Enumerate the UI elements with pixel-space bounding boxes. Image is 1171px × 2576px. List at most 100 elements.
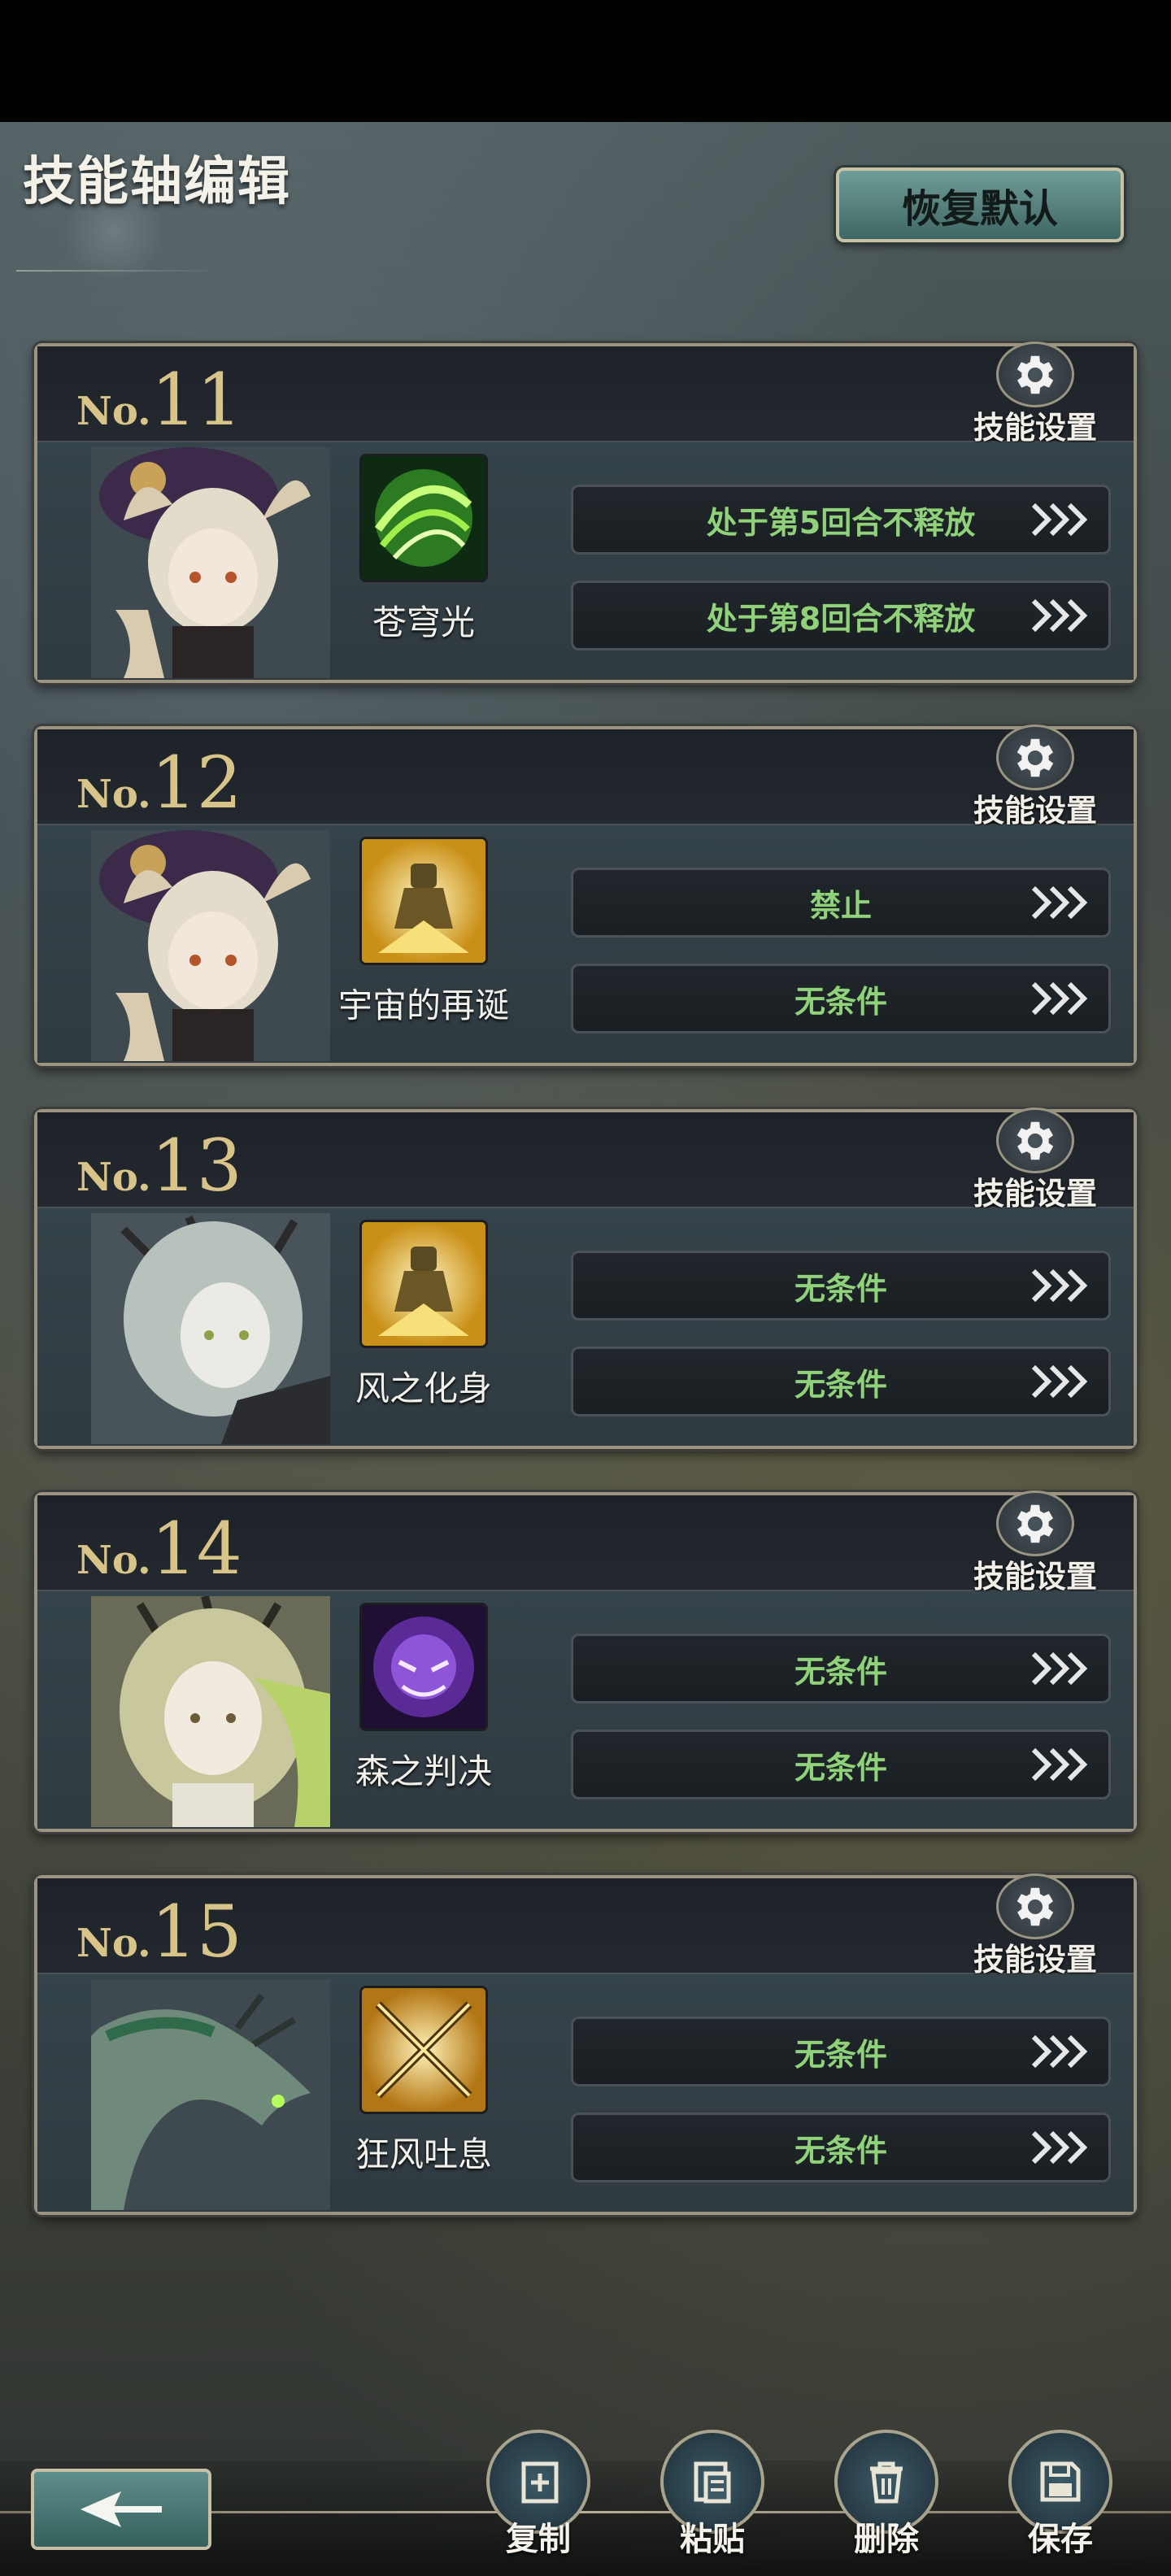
dragon-portrait	[91, 1979, 330, 2210]
save-label: 保存	[1028, 2521, 1093, 2558]
skill-settings-label: 技能设置	[973, 1942, 1097, 1978]
restore-default-button[interactable]: 恢复默认	[836, 168, 1124, 242]
skill-name: 苍穹光	[372, 603, 475, 642]
card-body: 风之化身 无条件 无条件	[37, 1208, 1134, 1446]
skill-name: 风之化身	[355, 1368, 492, 1408]
character-portrait	[91, 830, 330, 1061]
skill-card: No.13 技能设置 风之化身 无条件 无条件	[34, 1107, 1137, 1449]
card-number-value: 15	[150, 1890, 242, 1973]
chevrons-right-icon	[1031, 598, 1088, 633]
card-number: No.13	[76, 1124, 242, 1208]
skill-settings-button[interactable]: 技能设置	[958, 342, 1112, 447]
skill-settings-label: 技能设置	[973, 793, 1097, 829]
condition-row[interactable]: 处于第5回合不释放	[571, 485, 1111, 555]
green-swirl-icon[interactable]	[359, 454, 488, 582]
chevrons-right-icon	[1031, 981, 1088, 1016]
card-header: No.11 技能设置	[37, 342, 1134, 446]
card-number: No.15	[76, 1890, 242, 1973]
condition-label: 无条件	[794, 2036, 887, 2073]
chevrons-right-icon	[1031, 1268, 1088, 1303]
card-header: No.12 技能设置	[37, 724, 1134, 829]
skill-card: No.12 技能设置 宇宙的再诞 禁止 无条件	[34, 724, 1137, 1066]
skill-settings-label: 技能设置	[973, 1559, 1097, 1595]
character-portrait	[91, 1213, 330, 1444]
crossed-swords-icon[interactable]	[359, 1986, 488, 2114]
golden-knight-icon[interactable]	[359, 1220, 488, 1348]
skill-name: 宇宙的再诞	[337, 986, 509, 1025]
card-body: 森之判决 无条件 无条件	[37, 1591, 1134, 1829]
skill-settings-button[interactable]: 技能设置	[958, 1873, 1112, 1979]
save-button[interactable]: 保存	[1003, 2430, 1117, 2568]
condition-row[interactable]: 禁止	[571, 868, 1111, 938]
skill-settings-button[interactable]: 技能设置	[958, 724, 1112, 830]
card-number: No.11	[76, 358, 242, 442]
card-number-value: 11	[150, 358, 242, 442]
condition-label: 无条件	[794, 1270, 887, 1307]
card-number-value: 13	[150, 1124, 242, 1208]
condition-label: 禁止	[809, 887, 872, 924]
skill-name: 狂风吐息	[355, 2134, 492, 2174]
card-number: No.14	[76, 1507, 242, 1590]
condition-label: 处于第5回合不释放	[706, 504, 976, 541]
delete-button[interactable]: 删除	[829, 2430, 943, 2568]
condition-label: 处于第8回合不释放	[706, 600, 976, 637]
condition-row[interactable]: 无条件	[571, 964, 1111, 1033]
title-divider	[16, 270, 220, 272]
card-number-prefix: No.	[76, 389, 151, 434]
status-bar	[0, 0, 1171, 122]
skill-card: No.11 技能设置 苍穹光 处于第5回合不释放 处于第8回合不释放	[34, 342, 1137, 683]
card-body: 苍穹光 处于第5回合不释放 处于第8回合不释放	[37, 442, 1134, 680]
card-number-prefix: No.	[76, 1921, 151, 1966]
copy-label: 复制	[506, 2521, 571, 2558]
condition-label: 无条件	[794, 2132, 887, 2169]
gear-icon[interactable]	[996, 724, 1074, 790]
back-button[interactable]	[31, 2469, 211, 2550]
card-header: No.15 技能设置	[37, 1873, 1134, 1978]
condition-label: 无条件	[794, 1653, 887, 1690]
card-number: No.12	[76, 741, 242, 825]
chevrons-right-icon	[1031, 1651, 1088, 1686]
paste-label: 粘贴	[680, 2521, 745, 2558]
card-number-value: 12	[150, 741, 242, 825]
skill-settings-button[interactable]: 技能设置	[958, 1490, 1112, 1596]
condition-row[interactable]: 无条件	[571, 2113, 1111, 2182]
page-title: 技能轴编辑	[23, 152, 291, 212]
copy-button[interactable]: 复制	[481, 2430, 595, 2568]
gear-icon[interactable]	[996, 1107, 1074, 1173]
condition-row[interactable]: 无条件	[571, 1730, 1111, 1799]
condition-row[interactable]: 处于第8回合不释放	[571, 581, 1111, 651]
chevrons-right-icon	[1031, 1747, 1088, 1782]
skill-card: No.14 技能设置 森之判决 无条件 无条件	[34, 1490, 1137, 1832]
condition-row[interactable]: 无条件	[571, 1347, 1111, 1416]
card-header: No.13 技能设置	[37, 1107, 1134, 1212]
condition-row[interactable]: 无条件	[571, 2017, 1111, 2086]
gear-icon[interactable]	[996, 342, 1074, 407]
skill-settings-label: 技能设置	[973, 1176, 1097, 1212]
condition-row[interactable]: 无条件	[571, 1251, 1111, 1321]
skill-settings-label: 技能设置	[973, 410, 1097, 446]
skill-card: No.15 技能设置 狂风吐息 无条件 无条件	[34, 1873, 1137, 2215]
back-arrow-icon	[81, 2491, 162, 2527]
skill-name: 森之判决	[355, 1751, 492, 1791]
card-header: No.14 技能设置	[37, 1490, 1134, 1595]
chevrons-right-icon	[1031, 1364, 1088, 1399]
card-body: 宇宙的再诞 禁止 无条件	[37, 825, 1134, 1063]
paste-button[interactable]: 粘贴	[655, 2430, 769, 2568]
purple-beast-icon[interactable]	[359, 1603, 488, 1731]
card-number-prefix: No.	[76, 1538, 151, 1583]
skill-settings-button[interactable]: 技能设置	[958, 1107, 1112, 1213]
card-number-prefix: No.	[76, 1155, 151, 1200]
chevrons-right-icon	[1031, 503, 1088, 537]
condition-row[interactable]: 无条件	[571, 1634, 1111, 1704]
chevrons-right-icon	[1031, 886, 1088, 920]
condition-label: 无条件	[794, 983, 887, 1020]
chevrons-right-icon	[1031, 2130, 1088, 2165]
gear-icon[interactable]	[996, 1873, 1074, 1939]
golden-knight-icon[interactable]	[359, 837, 488, 965]
card-number-value: 14	[150, 1507, 242, 1590]
gear-icon[interactable]	[996, 1490, 1074, 1556]
delete-label: 删除	[854, 2521, 919, 2558]
character-portrait	[91, 447, 330, 678]
card-number-prefix: No.	[76, 772, 151, 817]
chevrons-right-icon	[1031, 2034, 1088, 2069]
